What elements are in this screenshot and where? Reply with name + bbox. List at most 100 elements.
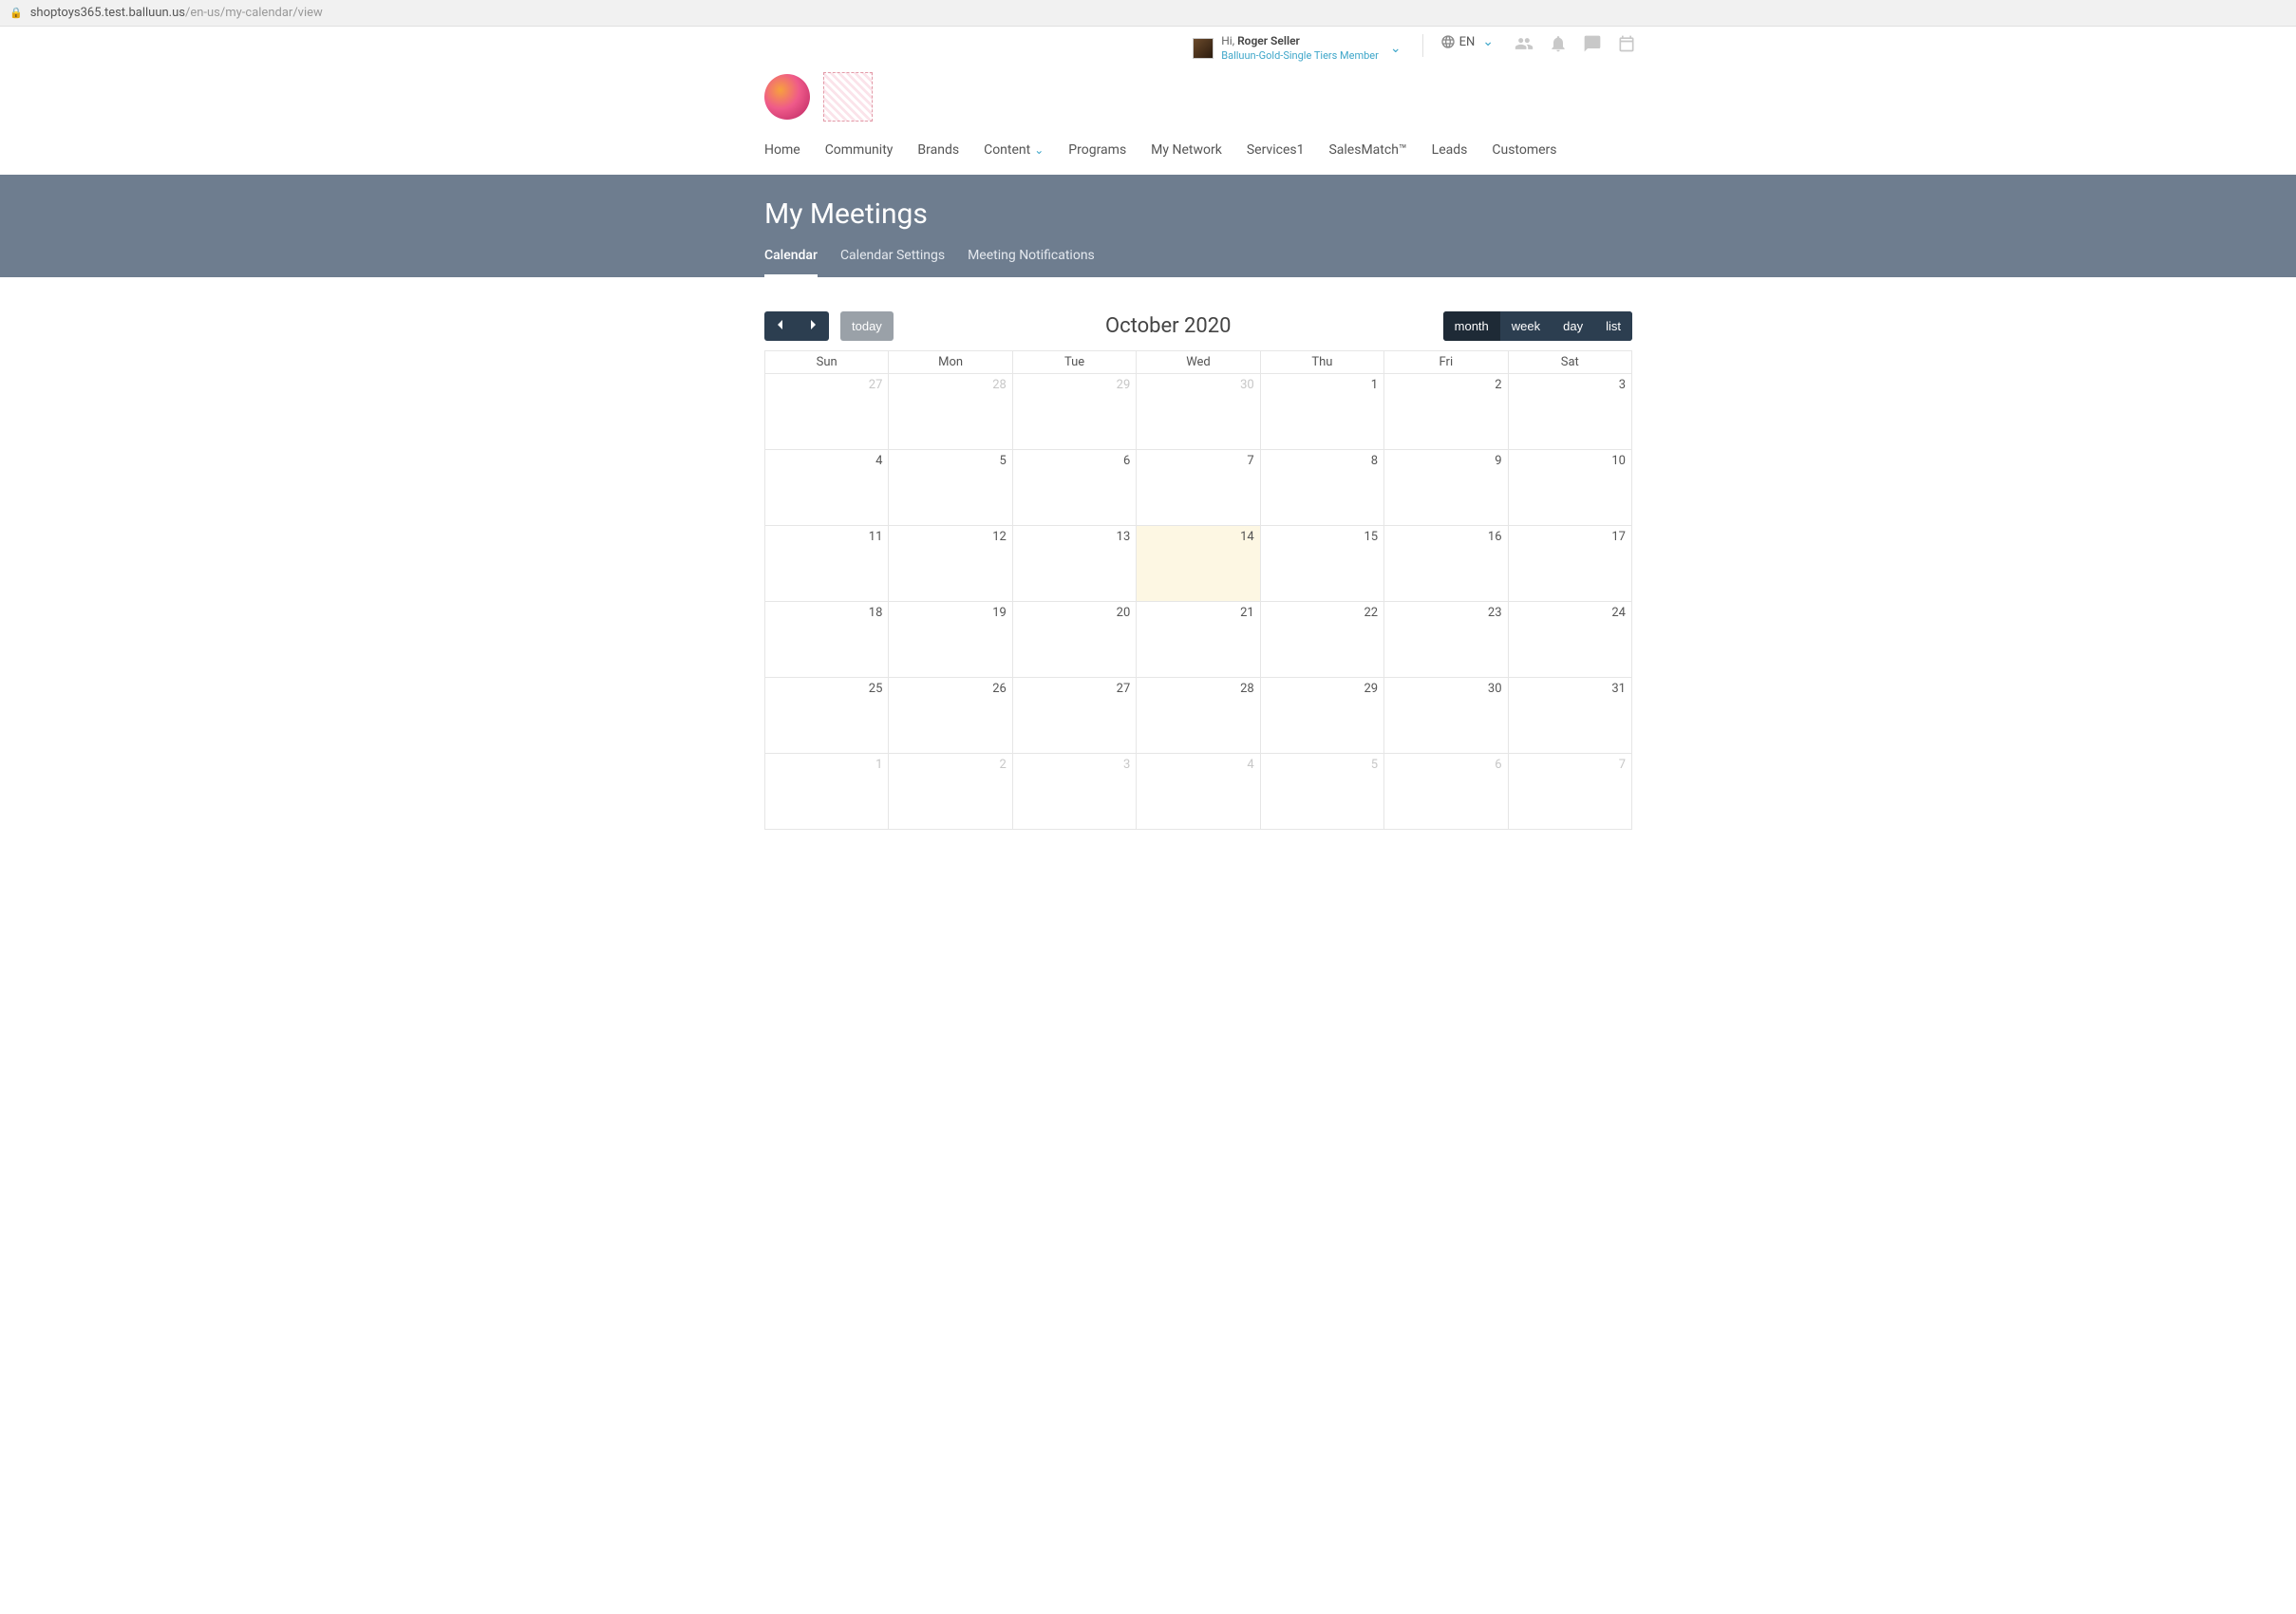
page-title: My Meetings xyxy=(764,197,1741,231)
calendar-cell[interactable]: 26 xyxy=(889,677,1012,753)
logo-row xyxy=(555,63,1741,127)
main-nav: Home Community Brands Content ⌄ Programs My N… xyxy=(555,127,1741,175)
membership-link[interactable]: Balluun-Gold-Single Tiers Member xyxy=(1221,49,1379,63)
today-button[interactable]: today xyxy=(840,311,894,341)
calendar-cell[interactable]: 4 xyxy=(1137,753,1260,829)
bell-icon[interactable] xyxy=(1549,34,1568,53)
day-header: Sun xyxy=(765,350,889,373)
lock-icon: 🔒 xyxy=(9,7,23,19)
nav-content[interactable]: Content ⌄ xyxy=(984,142,1044,158)
calendar-cell[interactable]: 7 xyxy=(1508,753,1631,829)
calendar-cell[interactable]: 2 xyxy=(889,753,1012,829)
nav-my-network[interactable]: My Network xyxy=(1151,142,1222,158)
view-month[interactable]: month xyxy=(1443,311,1500,341)
calendar-cell[interactable]: 5 xyxy=(1260,753,1383,829)
next-button[interactable] xyxy=(797,311,829,341)
calendar-cell[interactable]: 12 xyxy=(889,525,1012,601)
subtab-calendar[interactable]: Calendar xyxy=(764,248,818,277)
calendar-cell[interactable]: 21 xyxy=(1137,601,1260,677)
chat-icon[interactable] xyxy=(1583,34,1602,53)
calendar-cell[interactable]: 10 xyxy=(1508,449,1631,525)
subtab-meeting-notifications[interactable]: Meeting Notifications xyxy=(968,248,1095,277)
view-list[interactable]: list xyxy=(1594,311,1632,341)
calendar-cell[interactable]: 6 xyxy=(1012,449,1136,525)
nav-home[interactable]: Home xyxy=(764,142,800,158)
chevron-down-icon: ⌄ xyxy=(1034,143,1044,157)
user-menu[interactable]: Hi, Roger Seller Balluun-Gold-Single Tie… xyxy=(1193,34,1404,63)
calendar-cell[interactable]: 9 xyxy=(1384,449,1508,525)
calendar-cell[interactable]: 29 xyxy=(1260,677,1383,753)
nav-button-group xyxy=(764,311,829,341)
calendar-cell[interactable]: 22 xyxy=(1260,601,1383,677)
nav-salesmatch-[interactable]: SalesMatch™ xyxy=(1328,142,1406,158)
calendar-cell[interactable]: 1 xyxy=(1260,373,1383,449)
calendar-cell[interactable]: 15 xyxy=(1260,525,1383,601)
calendar-cell[interactable]: 18 xyxy=(765,601,889,677)
top-utility-bar: Hi, Roger Seller Balluun-Gold-Single Tie… xyxy=(555,27,1741,63)
view-day[interactable]: day xyxy=(1552,311,1594,341)
calendar-cell[interactable]: 30 xyxy=(1137,373,1260,449)
calendar-cell[interactable]: 11 xyxy=(765,525,889,601)
globe-icon xyxy=(1440,34,1456,49)
day-header: Thu xyxy=(1260,350,1383,373)
prev-button[interactable] xyxy=(764,311,797,341)
calendar-cell[interactable]: 7 xyxy=(1137,449,1260,525)
calendar-title: October 2020 xyxy=(1105,314,1232,338)
calendar-cell[interactable]: 27 xyxy=(1012,677,1136,753)
divider xyxy=(1422,34,1423,57)
calendar-cell[interactable]: 20 xyxy=(1012,601,1136,677)
calendar-cell[interactable]: 30 xyxy=(1384,677,1508,753)
day-header: Wed xyxy=(1137,350,1260,373)
language-label: EN xyxy=(1459,35,1476,49)
calendar-grid: SunMonTueWedThuFriSat 272829301234567891… xyxy=(764,350,1632,830)
chevron-down-icon: ⌄ xyxy=(1478,34,1497,49)
url-host: shoptoys365.test.balluun.us xyxy=(30,6,185,20)
day-header: Fri xyxy=(1384,350,1508,373)
calendar-cell[interactable]: 4 xyxy=(765,449,889,525)
nav-services1[interactable]: Services1 xyxy=(1247,142,1305,158)
nav-programs[interactable]: Programs xyxy=(1068,142,1126,158)
calendar-cell[interactable]: 27 xyxy=(765,373,889,449)
nav-community[interactable]: Community xyxy=(825,142,894,158)
calendar-cell[interactable]: 6 xyxy=(1384,753,1508,829)
calendar-cell[interactable]: 3 xyxy=(1508,373,1631,449)
calendar-cell[interactable]: 1 xyxy=(765,753,889,829)
nav-leads[interactable]: Leads xyxy=(1432,142,1468,158)
avatar xyxy=(1193,38,1214,59)
people-icon[interactable] xyxy=(1515,34,1534,53)
view-switch: monthweekdaylist xyxy=(1443,311,1632,341)
calendar-cell[interactable]: 2 xyxy=(1384,373,1508,449)
calendar-cell[interactable]: 8 xyxy=(1260,449,1383,525)
brand-logo[interactable] xyxy=(764,74,810,120)
calendar-cell[interactable]: 13 xyxy=(1012,525,1136,601)
nav-customers[interactable]: Customers xyxy=(1492,142,1556,158)
chevron-left-icon xyxy=(776,319,785,330)
secondary-logo[interactable] xyxy=(823,72,873,122)
calendar-cell[interactable]: 31 xyxy=(1508,677,1631,753)
calendar-cell[interactable]: 24 xyxy=(1508,601,1631,677)
chevron-down-icon[interactable]: ⌄ xyxy=(1386,41,1405,56)
calendar-cell[interactable]: 17 xyxy=(1508,525,1631,601)
calendar-cell[interactable]: 5 xyxy=(889,449,1012,525)
browser-url-bar: 🔒 shoptoys365.test.balluun.us/en-us/my-c… xyxy=(0,0,2296,27)
nav-brands[interactable]: Brands xyxy=(917,142,959,158)
calendar-cell[interactable]: 19 xyxy=(889,601,1012,677)
calendar-toolbar: today October 2020 monthweekdaylist xyxy=(764,311,1632,341)
language-selector[interactable]: EN ⌄ xyxy=(1440,34,1497,49)
calendar-cell[interactable]: 3 xyxy=(1012,753,1136,829)
greeting: Hi, xyxy=(1221,34,1237,47)
day-header: Mon xyxy=(889,350,1012,373)
calendar-cell[interactable]: 28 xyxy=(1137,677,1260,753)
calendar-cell[interactable]: 25 xyxy=(765,677,889,753)
subtab-calendar-settings[interactable]: Calendar Settings xyxy=(840,248,945,277)
calendar-cell[interactable]: 14 xyxy=(1137,525,1260,601)
calendar-icon[interactable] xyxy=(1617,34,1636,53)
url-path: /en-us/my-calendar/view xyxy=(185,6,323,20)
calendar-cell[interactable]: 16 xyxy=(1384,525,1508,601)
calendar-cell[interactable]: 23 xyxy=(1384,601,1508,677)
day-header: Sat xyxy=(1508,350,1631,373)
calendar-cell[interactable]: 29 xyxy=(1012,373,1136,449)
user-name: Roger Seller xyxy=(1237,34,1300,47)
calendar-cell[interactable]: 28 xyxy=(889,373,1012,449)
view-week[interactable]: week xyxy=(1500,311,1552,341)
